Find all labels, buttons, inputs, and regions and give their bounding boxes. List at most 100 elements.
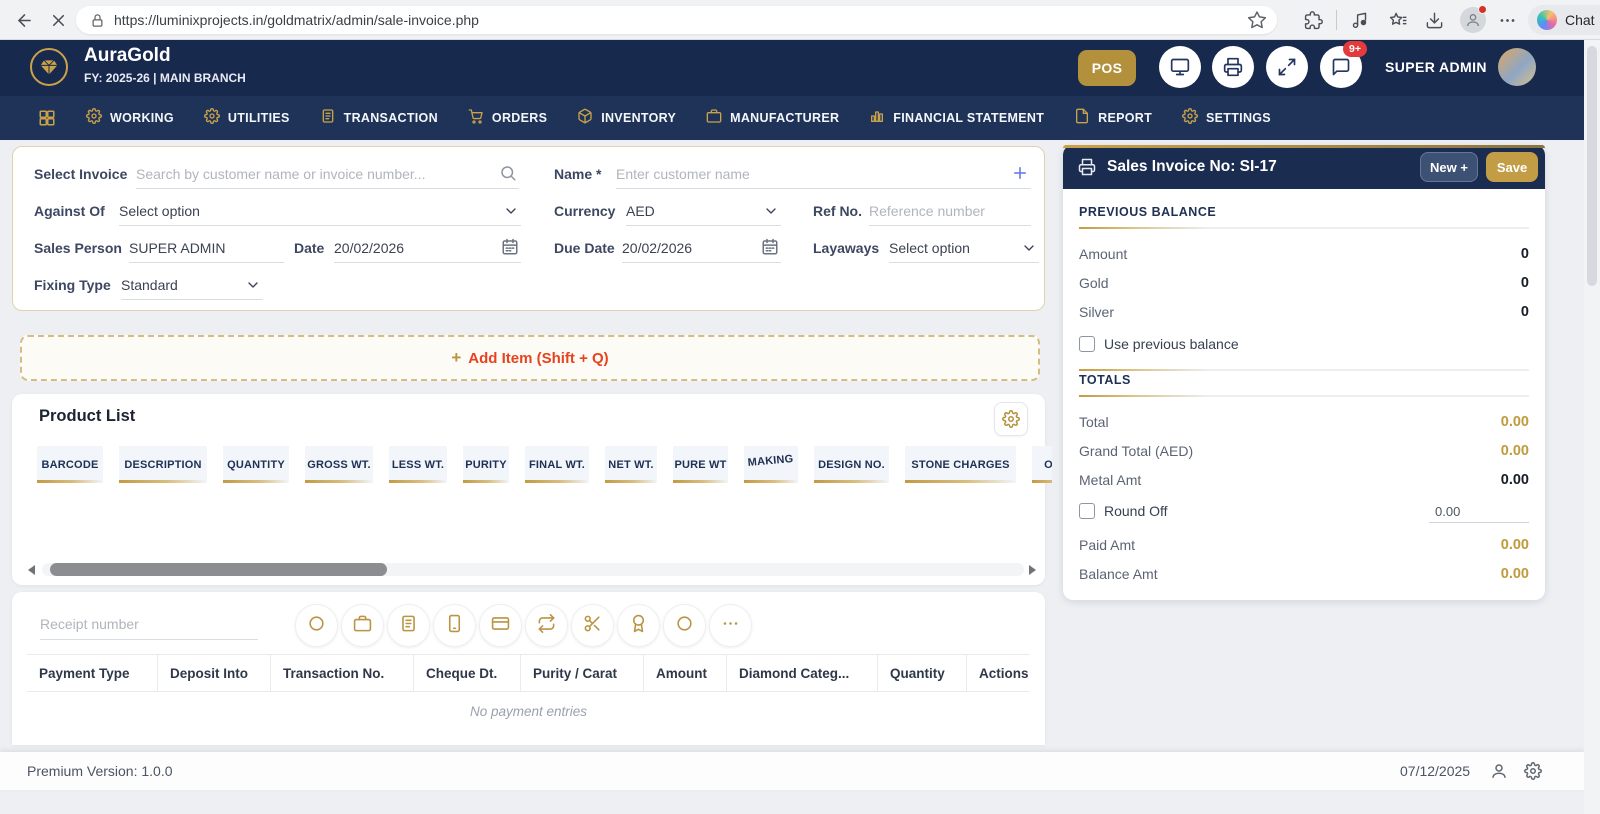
calendar-icon[interactable]	[761, 238, 779, 256]
nav-item-working[interactable]: WORKING	[86, 108, 174, 129]
nav-item-settings[interactable]: SETTINGS	[1182, 108, 1271, 129]
due-date-label: Due Date	[554, 240, 615, 256]
new-invoice-button[interactable]: New +	[1420, 152, 1478, 182]
invoice-panel-header: Sales Invoice No: SI-17 New + Save	[1063, 145, 1545, 189]
nav-item-transaction[interactable]: TRANSACTION	[320, 108, 438, 129]
pos-button[interactable]: POS	[1078, 50, 1136, 86]
footer-user-icon[interactable]	[1490, 762, 1508, 780]
receipt-number-input[interactable]: Receipt number	[40, 608, 258, 640]
payment-method-award-button[interactable]	[617, 604, 660, 647]
sales-person-input[interactable]: SUPER ADMIN	[129, 233, 284, 263]
nav-item-utilities[interactable]: UTILITIES	[204, 108, 290, 129]
monitor-icon	[1170, 57, 1190, 77]
use-previous-balance-checkbox[interactable]	[1079, 336, 1095, 352]
product-column-net-wt[interactable]: NET WT.	[605, 446, 657, 483]
layaways-select[interactable]: Select option	[889, 233, 1039, 263]
media-controls-icon[interactable]	[1347, 8, 1371, 32]
payment-method-exchange-button[interactable]	[525, 604, 568, 647]
use-previous-balance-checkbox-row: Use previous balance	[1079, 336, 1239, 352]
payment-column-actions: Actions	[967, 655, 1030, 691]
url-text[interactable]: https://luminixprojects.in/goldmatrix/ad…	[114, 12, 479, 28]
nav-item-inventory[interactable]: INVENTORY	[577, 108, 676, 129]
date-input[interactable]: 20/02/2026	[334, 233, 521, 263]
select-invoice-input[interactable]: Search by customer name or invoice numbe…	[136, 159, 519, 189]
currency-select[interactable]: AED	[626, 196, 781, 226]
gear-icon	[1182, 108, 1206, 129]
previous-balance-heading: PREVIOUS BALANCE	[1079, 205, 1216, 219]
nav-item-orders[interactable]: ORDERS	[468, 108, 547, 129]
product-column-barcode[interactable]: BARCODE	[37, 446, 103, 483]
nav-item-financial-statement[interactable]: FINANCIAL STATEMENT	[869, 108, 1044, 129]
add-customer-icon[interactable]	[1011, 164, 1029, 182]
nav-item-manufacturer[interactable]: MANUFACTURER	[706, 108, 839, 129]
extensions-icon[interactable]	[1301, 8, 1325, 32]
gear-icon	[1002, 410, 1020, 428]
product-column-making[interactable]: MAKING	[744, 446, 798, 483]
address-bar[interactable]: https://luminixprojects.in/goldmatrix/ad…	[76, 6, 1277, 34]
product-column-ot[interactable]: OT	[1032, 446, 1052, 483]
chevron-down-icon	[763, 203, 779, 219]
against-of-select[interactable]: Select option	[119, 196, 521, 226]
product-column-pure-wt[interactable]: PURE WT	[673, 446, 728, 483]
product-column-gross-wt[interactable]: GROSS WT.	[305, 446, 373, 483]
monitor-button[interactable]	[1159, 46, 1201, 88]
save-invoice-button[interactable]: Save	[1486, 152, 1538, 182]
payment-card: Receipt number Payment TypeDeposit IntoT…	[12, 592, 1045, 745]
grid-menu-icon[interactable]	[38, 109, 56, 127]
copilot-chat-button[interactable]: Chat	[1528, 5, 1600, 35]
name-input[interactable]: Enter customer name	[616, 159, 1031, 189]
page-scrollbar-thumb[interactable]	[1587, 46, 1597, 286]
scrollbar-thumb[interactable]	[50, 563, 387, 576]
due-date-input[interactable]: 20/02/2026	[622, 233, 781, 263]
product-column-stone-charges[interactable]: STONE CHARGES	[905, 446, 1016, 483]
payment-column-cheque-dt: Cheque Dt.	[414, 655, 521, 691]
product-horizontal-scrollbar[interactable]	[24, 562, 1036, 577]
user-avatar[interactable]	[1498, 48, 1536, 86]
nav-item-report[interactable]: REPORT	[1074, 108, 1152, 129]
downloads-icon[interactable]	[1422, 8, 1446, 32]
page-scrollbar[interactable]	[1584, 40, 1600, 814]
product-column-purity[interactable]: PURITY	[463, 446, 509, 483]
payment-method-card-button[interactable]	[479, 604, 522, 647]
version-text: Premium Version: 1.0.0	[27, 763, 173, 779]
payment-method-cheque-note-button[interactable]	[387, 604, 430, 647]
browser-back-icon[interactable]	[12, 8, 36, 32]
product-column-quantity[interactable]: QUANTITY	[223, 446, 289, 483]
calendar-icon[interactable]	[501, 238, 519, 256]
round-off-input[interactable]: 0.00	[1429, 499, 1529, 523]
product-column-design-no[interactable]: DESIGN NO.	[814, 446, 889, 483]
product-column-less-wt[interactable]: LESS WT.	[389, 446, 447, 483]
scroll-right-arrow[interactable]	[1029, 565, 1036, 575]
printer-icon	[1223, 57, 1243, 77]
scroll-left-arrow[interactable]	[28, 565, 35, 575]
footer-date: 07/12/2025	[1400, 763, 1470, 779]
browser-menu-icon[interactable]	[1495, 8, 1519, 32]
product-column-description[interactable]: DESCRIPTION	[119, 446, 207, 483]
current-user-name: SUPER ADMIN	[1385, 59, 1487, 75]
search-icon[interactable]	[499, 164, 517, 182]
payment-method-scissors-button[interactable]	[571, 604, 614, 647]
coin-circle-icon	[307, 614, 326, 638]
bookmark-star-icon[interactable]	[1247, 10, 1267, 30]
payment-method-briefcase-button[interactable]	[341, 604, 384, 647]
payment-method-more-button[interactable]	[709, 604, 752, 647]
fullscreen-button[interactable]	[1266, 46, 1308, 88]
ref-no-input[interactable]: Reference number	[869, 196, 1031, 226]
round-off-label: Round Off	[1104, 503, 1168, 519]
product-settings-button[interactable]	[994, 402, 1028, 436]
payment-method-token-circle-button[interactable]	[663, 604, 706, 647]
add-item-button[interactable]: + Add Item (Shift + Q)	[20, 335, 1040, 381]
round-off-checkbox[interactable]	[1079, 503, 1095, 519]
footer-settings-icon[interactable]	[1524, 762, 1542, 780]
currency-value: AED	[626, 203, 655, 219]
scrollbar-track[interactable]	[42, 563, 1024, 576]
product-column-final-wt[interactable]: FINAL WT.	[525, 446, 589, 483]
card-icon	[491, 614, 510, 638]
print-button[interactable]	[1212, 46, 1254, 88]
payment-method-mobile-button[interactable]	[433, 604, 476, 647]
collections-icon[interactable]	[1386, 8, 1410, 32]
payment-method-coin-circle-button[interactable]	[295, 604, 338, 647]
printer-icon[interactable]	[1078, 158, 1096, 176]
browser-stop-icon[interactable]	[46, 8, 70, 32]
fixing-type-select[interactable]: Standard	[121, 270, 263, 300]
